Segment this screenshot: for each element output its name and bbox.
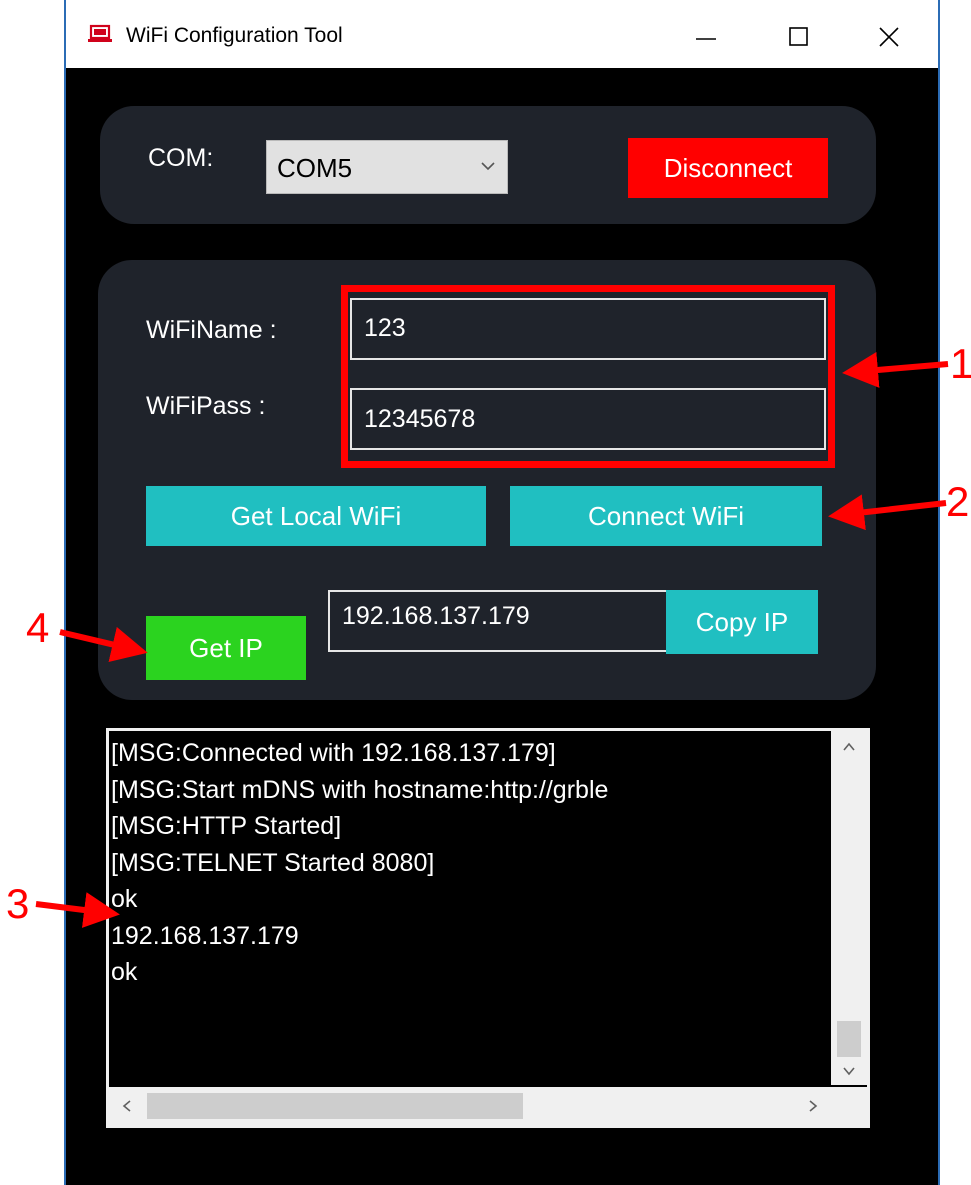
log-line: ok xyxy=(111,958,138,986)
chevron-down-icon xyxy=(843,1067,855,1076)
callout-number-2: 2 xyxy=(946,478,970,525)
log-line: [MSG:Connected with 192.168.137.179] xyxy=(111,739,556,767)
vertical-scroll-thumb[interactable] xyxy=(837,1021,861,1057)
maximize-button[interactable] xyxy=(774,16,824,56)
scroll-up-button[interactable] xyxy=(839,737,859,757)
horizontal-scroll-thumb[interactable] xyxy=(147,1093,523,1119)
callout-number-3: 3 xyxy=(6,880,30,927)
log-line: [MSG:TELNET Started 8080] xyxy=(111,848,435,877)
client-area: COM: COM5 Disconnect WiFiName : 123 WiFi… xyxy=(66,68,938,1185)
com-panel: COM: COM5 Disconnect xyxy=(100,106,876,224)
log-text: [MSG:Connected with 192.168.137.179] [MS… xyxy=(111,735,827,1089)
wifi-name-label: WiFiName : xyxy=(146,316,277,344)
log-output[interactable]: [MSG:Connected with 192.168.137.179] [MS… xyxy=(106,728,870,1128)
scroll-right-button[interactable] xyxy=(803,1096,823,1116)
vertical-scrollbar[interactable] xyxy=(831,731,867,1085)
callout-number-4: 4 xyxy=(26,604,50,651)
window-title: WiFi Configuration Tool xyxy=(126,24,343,47)
minimize-button[interactable] xyxy=(681,16,731,56)
callout-number-1: 1 xyxy=(950,340,971,387)
chevron-left-icon xyxy=(122,1100,131,1112)
log-line: 192.168.137.179 xyxy=(111,921,299,950)
disconnect-button[interactable]: Disconnect xyxy=(628,138,828,198)
highlight-box xyxy=(341,285,835,468)
connect-wifi-button[interactable]: Connect WiFi xyxy=(510,486,822,546)
ip-address-field[interactable]: 192.168.137.179 xyxy=(328,590,668,652)
title-bar[interactable]: WiFi Configuration Tool xyxy=(66,0,938,68)
log-line: [MSG:HTTP Started] xyxy=(111,812,342,840)
get-ip-button[interactable]: Get IP xyxy=(146,616,306,680)
scroll-down-button[interactable] xyxy=(839,1061,859,1081)
close-button[interactable] xyxy=(864,16,914,56)
wifi-pass-label: WiFiPass : xyxy=(146,392,266,420)
log-line: [MSG:Start mDNS with hostname:http://grb… xyxy=(111,775,609,804)
maximize-icon xyxy=(789,27,808,46)
com-port-value: COM5 xyxy=(277,153,353,183)
scroll-left-button[interactable] xyxy=(117,1096,137,1116)
chevron-right-icon xyxy=(809,1100,818,1112)
com-label: COM: xyxy=(148,144,214,172)
chevron-up-icon xyxy=(843,742,855,751)
chevron-down-icon xyxy=(481,162,495,171)
minimize-icon xyxy=(696,38,716,40)
log-line: ok xyxy=(111,885,138,913)
laptop-icon xyxy=(88,24,112,42)
horizontal-scrollbar[interactable] xyxy=(109,1087,867,1125)
close-icon xyxy=(879,27,899,47)
copy-ip-button[interactable]: Copy IP xyxy=(666,590,818,654)
get-local-wifi-button[interactable]: Get Local WiFi xyxy=(146,486,486,546)
window-border-right xyxy=(938,0,940,1185)
com-port-select[interactable]: COM5 xyxy=(266,140,508,194)
